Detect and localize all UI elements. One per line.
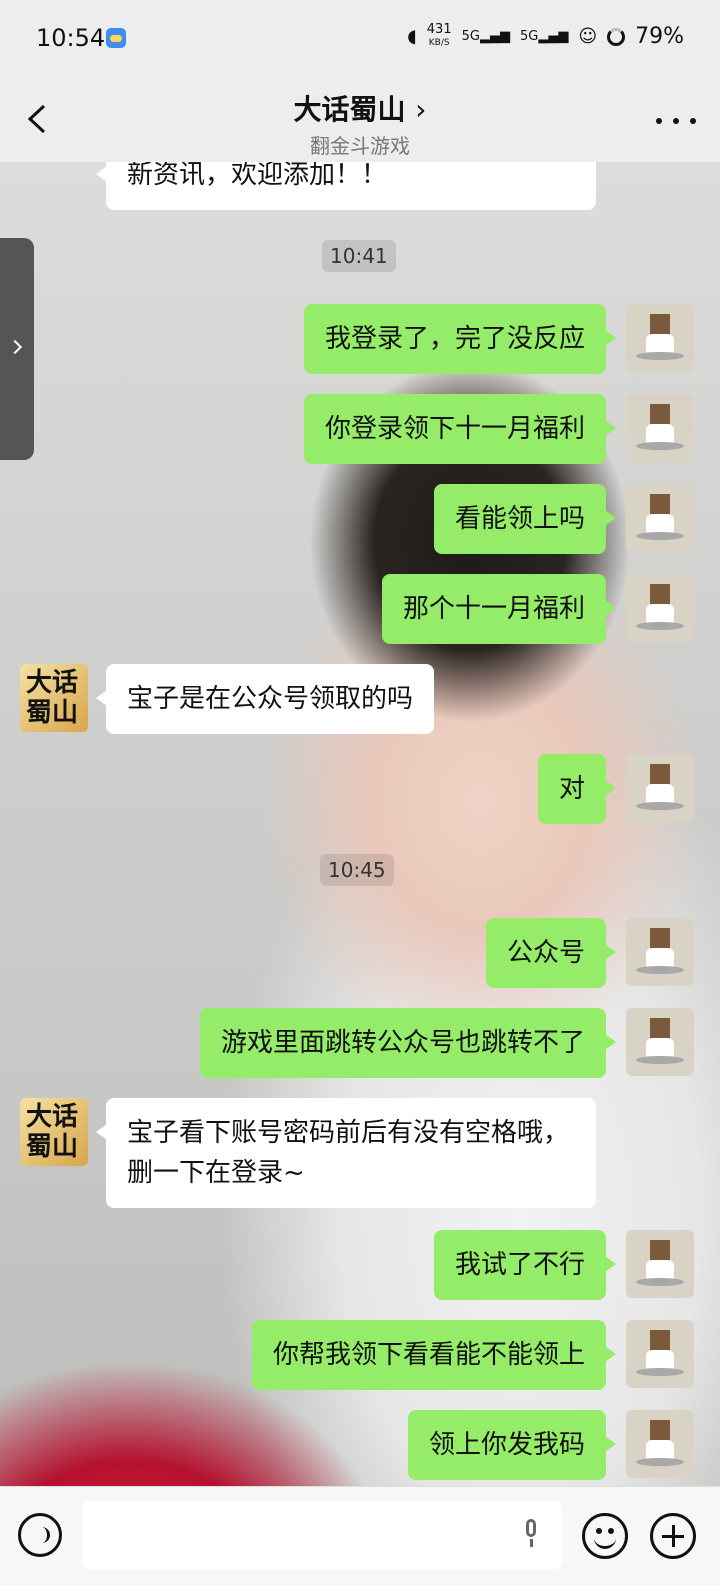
message-bubble[interactable]: 看能领上吗 [433,484,617,554]
chat-title-text: 大话蜀山 [293,93,406,126]
weather-icon [106,28,126,48]
message-bubble[interactable]: 领上你发我码 [407,1410,617,1480]
my-avatar[interactable] [626,1410,694,1478]
signal-1-icon: 5G▂▄▆ [461,29,510,44]
network-speed: 431 KB/S [426,22,452,49]
plus-icon[interactable] [650,1513,696,1559]
timestamp: 10:41 [322,240,396,272]
network-speed-unit: KB/S [428,38,450,48]
voice-input-icon[interactable] [18,1513,62,1557]
vibrate-icon: ◖ [407,25,417,47]
status-right: ◖ 431 KB/S 5G▂▄▆ 5G▂▄▆ ☺ 79% [407,22,684,49]
chat-title[interactable]: 大话蜀山 › [0,88,720,128]
contact-avatar-logo: 大话蜀山 [26,668,79,728]
message-bubble[interactable]: 你帮我领下看看能不能领上 [251,1320,617,1390]
input-bar [0,1486,720,1585]
message-bubble[interactable]: 那个十一月福利 [381,574,617,644]
my-avatar[interactable] [626,1320,694,1388]
signal-2-icon: 5G▂▄▆ [519,29,569,44]
message-bubble[interactable]: 我试了不行 [433,1230,617,1300]
status-time: 10:54 [36,24,106,52]
more-options-icon[interactable] [656,106,696,136]
message-bubble[interactable]: 新资讯，欢迎添加！！ [96,162,596,210]
chevron-right-icon: › [415,93,427,126]
message-input[interactable] [82,1501,562,1569]
battery-icon [607,27,626,46]
emoji-icon[interactable] [582,1513,628,1559]
chat-header: 大话蜀山 › 翻金斗游戏 [0,80,720,162]
my-avatar[interactable] [626,1230,694,1298]
my-avatar[interactable] [626,574,694,642]
microphone-icon[interactable] [522,1519,540,1549]
message-bubble[interactable]: 你登录领下十一月福利 [303,394,617,464]
chat-area[interactable]: 新资讯，欢迎添加！！ 10:41 我登录了，完了没反应 你登录领下十一月福利 看… [0,162,720,1486]
my-avatar[interactable] [626,304,694,372]
status-bar: 10:54 ◖ 431 KB/S 5G▂▄▆ 5G▂▄▆ ☺ 79% [0,0,720,80]
side-drawer-handle[interactable] [0,238,34,460]
chat-subtitle: 翻金斗游戏 [310,134,410,158]
my-avatar[interactable] [626,394,694,462]
message-bubble[interactable]: 宝子看下账号密码前后有没有空格哦，删一下在登录~ [96,1098,596,1208]
message-bubble[interactable]: 对 [537,754,617,824]
my-avatar[interactable] [626,484,694,552]
contact-icon: ☺ [578,25,598,47]
contact-avatar[interactable]: 大话蜀山 [20,664,88,732]
signal-2-label: 5G [519,29,539,44]
battery-percent: 79% [635,24,684,49]
signal-1-label: 5G [461,29,480,44]
my-avatar[interactable] [626,918,694,986]
network-speed-value: 431 [426,22,452,37]
contact-avatar-logo: 大话蜀山 [26,1102,79,1162]
message-bubble[interactable]: 游戏里面跳转公众号也跳转不了 [199,1008,617,1078]
message-bubble[interactable]: 我登录了，完了没反应 [303,304,617,374]
my-avatar[interactable] [626,754,694,822]
message-bubble[interactable]: 公众号 [485,918,617,988]
timestamp: 10:45 [320,854,394,886]
my-avatar[interactable] [626,1008,694,1076]
contact-avatar[interactable]: 大话蜀山 [20,1098,88,1166]
message-bubble[interactable]: 宝子是在公众号领取的吗 [95,664,435,734]
